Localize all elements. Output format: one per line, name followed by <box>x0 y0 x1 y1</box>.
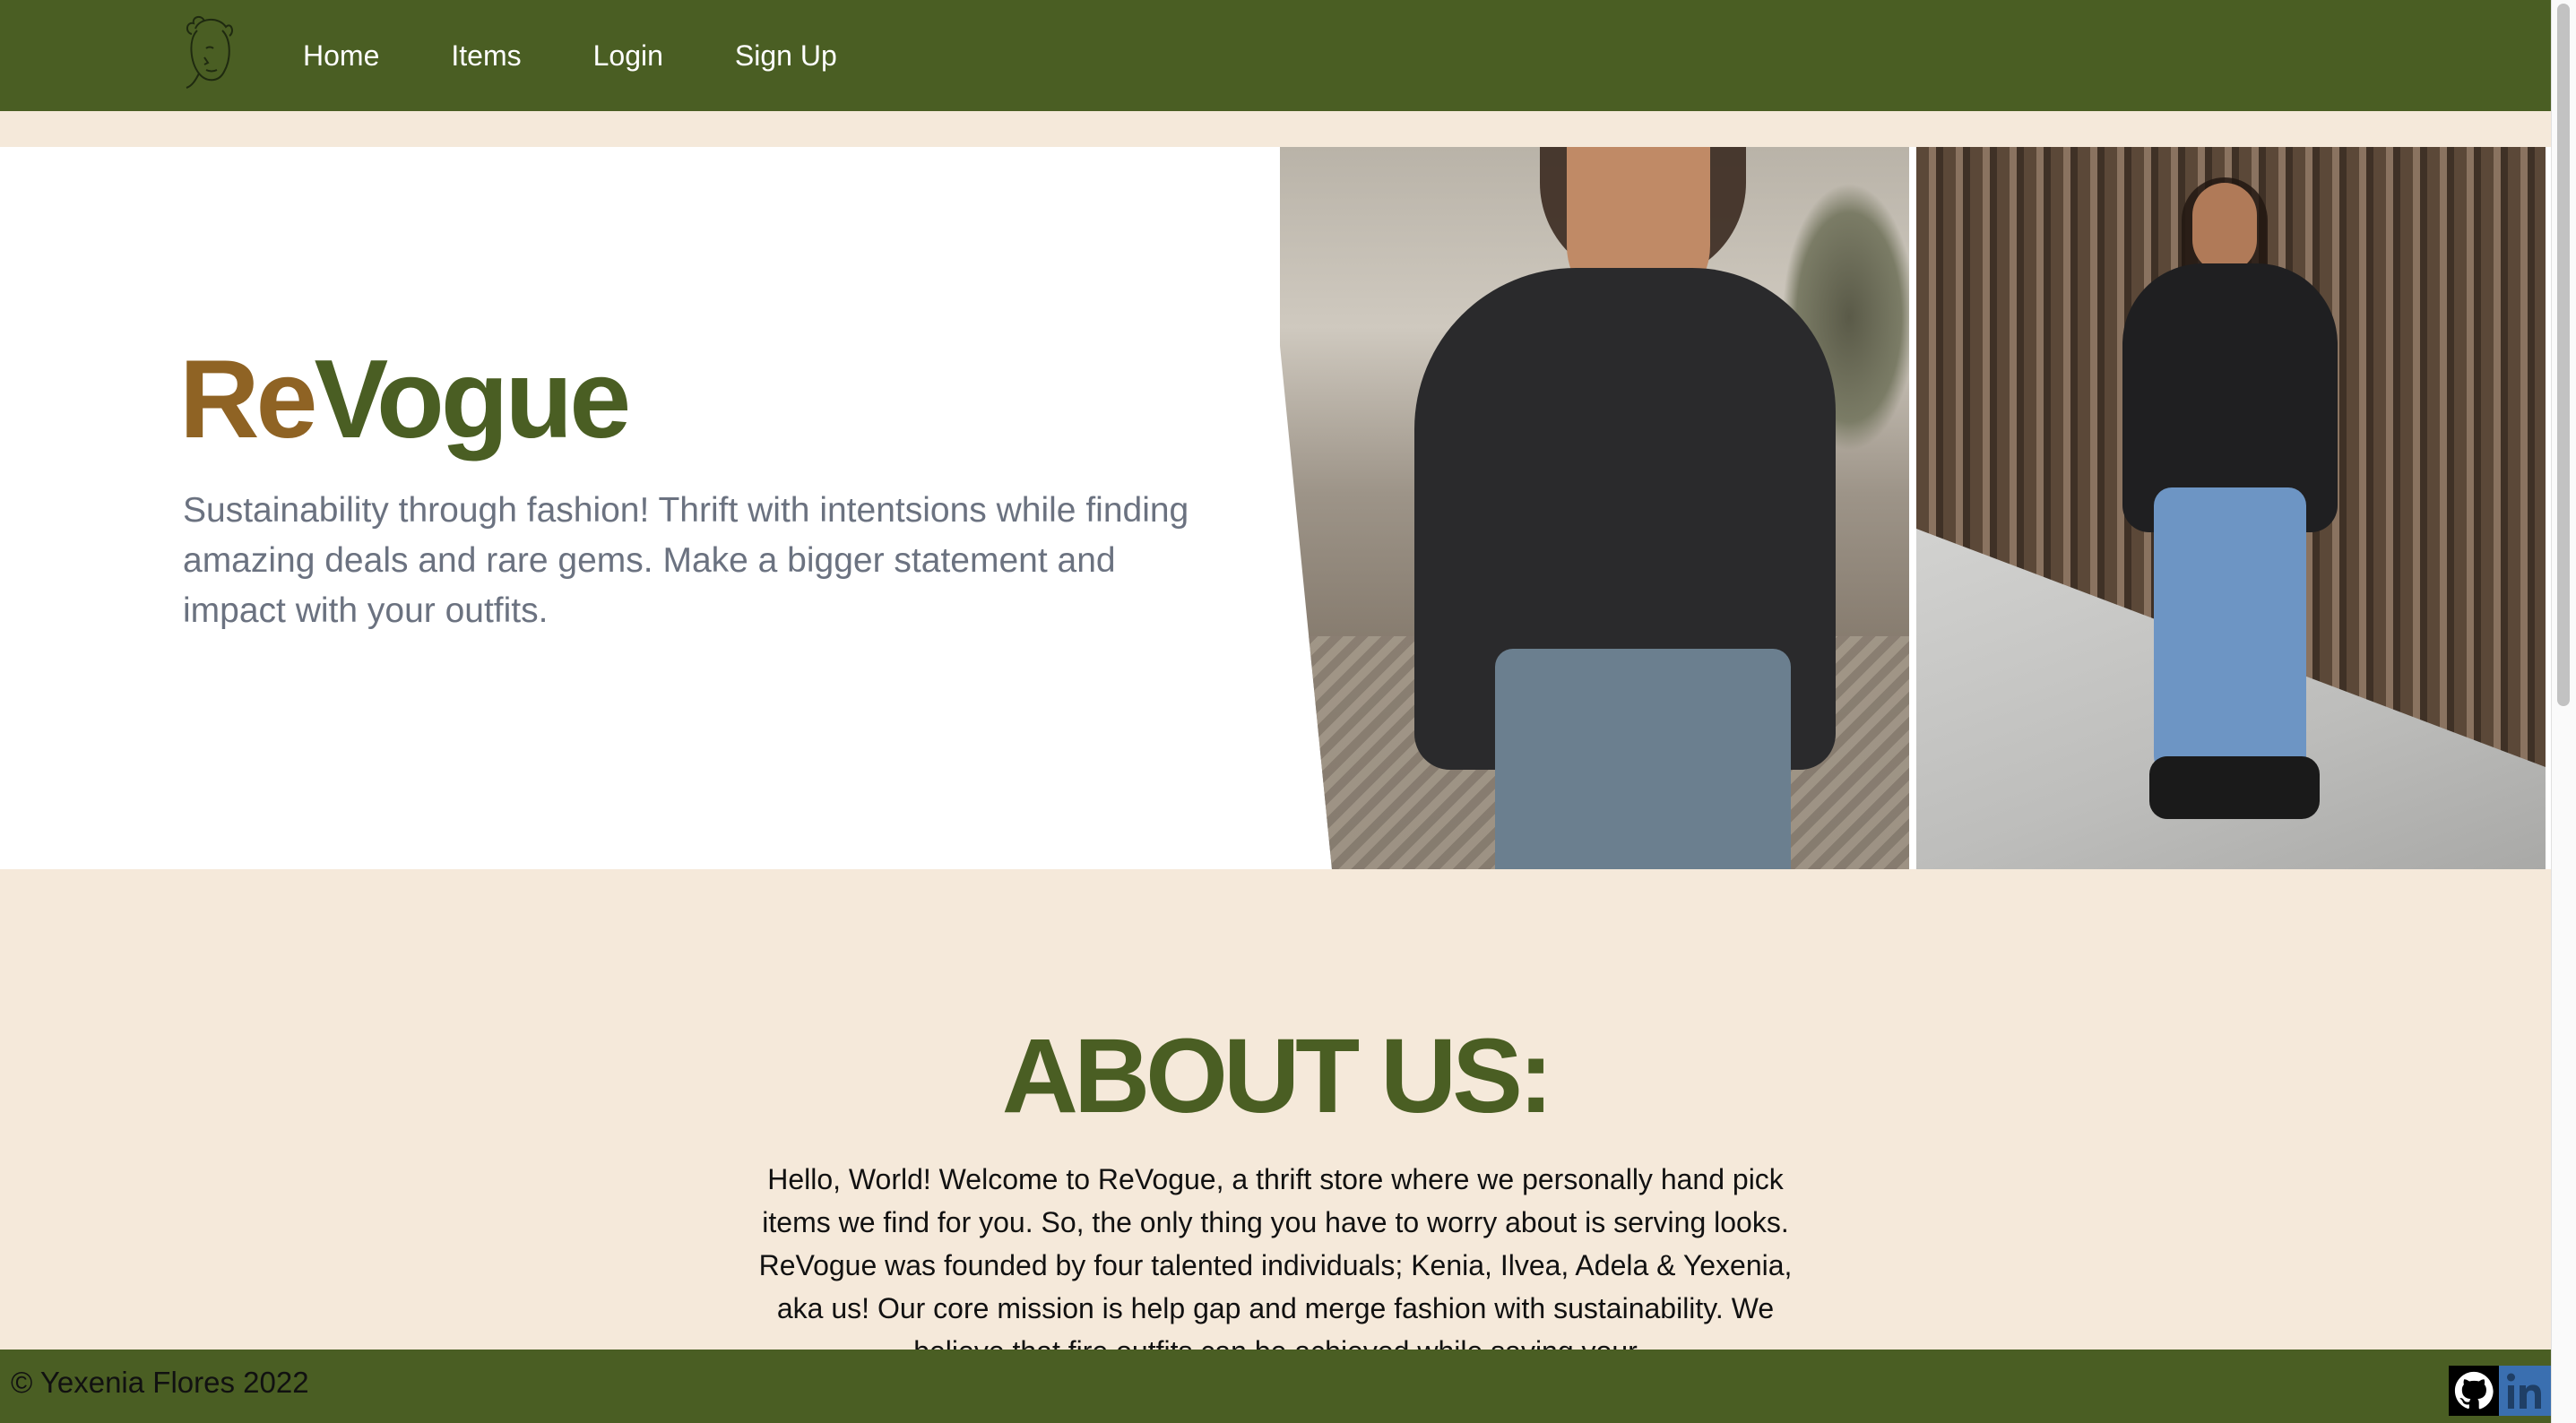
hero-section: ReVogue Sustainability through fashion! … <box>0 147 2551 869</box>
linkedin-icon[interactable] <box>2499 1366 2551 1416</box>
hero-subtitle: Sustainability through fashion! Thrift w… <box>183 491 1189 630</box>
about-heading: ABOUT US: <box>1001 1017 1554 1135</box>
nav-signup-link[interactable]: Sign Up <box>735 39 837 73</box>
nav-home-link[interactable]: Home <box>303 39 379 73</box>
nav-items-link[interactable]: Items <box>451 39 521 73</box>
footer: © Yexenia Flores 2022 <box>0 1350 2551 1423</box>
scrollbar-thumb[interactable] <box>2557 4 2570 706</box>
social-links <box>2449 1366 2551 1416</box>
footer-copyright: © Yexenia Flores 2022 <box>11 1366 309 1399</box>
hero-title-vogue: Vogue <box>314 338 632 461</box>
top-navbar: Home Items Login Sign Up <box>0 0 2551 111</box>
hero-photo-jacket-closeup <box>1280 147 1909 869</box>
hero-title-re: Re <box>179 338 318 461</box>
nav-login-link[interactable]: Login <box>593 39 663 73</box>
hero-title: ReVogue <box>179 344 631 455</box>
github-icon[interactable] <box>2449 1366 2499 1416</box>
line-art-face-logo-icon[interactable] <box>179 13 242 90</box>
about-body-text: Hello, World! Welcome to ReVogue, a thri… <box>758 1163 1793 1350</box>
hero-photo-full-outfit <box>1916 147 2546 869</box>
nav-links: Home Items Login Sign Up <box>303 0 909 111</box>
